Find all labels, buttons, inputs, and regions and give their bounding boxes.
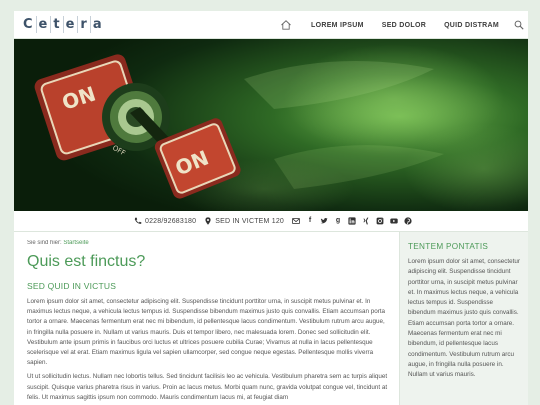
body-paragraph: Lorem ipsum dolor sit amet, consectetur …: [27, 298, 386, 367]
youtube-icon[interactable]: [390, 217, 398, 225]
home-icon[interactable]: [280, 19, 292, 31]
nav-item-quid-distram[interactable]: QUID DISTRAM: [444, 22, 499, 29]
logo-letter: a: [89, 16, 104, 33]
nav-item-sed-dolor[interactable]: SED DOLOR: [382, 22, 426, 29]
main-content: Sie sind hier: Startseite Quis est finct…: [27, 240, 391, 405]
sidebar-text: Lorem ipsum dolor sit amet, consectetur …: [408, 258, 520, 379]
on-off-switch-illustration: ON ON OFF: [14, 39, 528, 211]
phone-number: 0228/92683180: [144, 217, 197, 225]
googleplus-icon[interactable]: g: [334, 217, 342, 225]
contact-bar: 0228/92683180 SED IN VICTEM 120 f g: [14, 211, 528, 232]
site-header: C e t e r a LOREM IPSUM SED DOLOR QUID D…: [14, 11, 528, 39]
site-logo[interactable]: C e t e r a: [21, 16, 104, 33]
linkedin-icon[interactable]: [348, 217, 356, 225]
logo-letter: C: [23, 17, 33, 32]
phone-icon: [134, 217, 142, 224]
facebook-icon[interactable]: f: [306, 217, 314, 225]
page: C e t e r a LOREM IPSUM SED DOLOR QUID D…: [14, 11, 528, 405]
mail-icon[interactable]: [292, 217, 300, 225]
body-paragraph: Ut ut sollicitudin lectus. Nullam nec lo…: [27, 373, 388, 401]
sidebar: TENTEM PONTATIS Lorem ipsum dolor sit am…: [399, 232, 528, 405]
hero-image: ON ON OFF: [14, 39, 528, 211]
sidebar-title: TENTEM PONTATIS: [408, 242, 489, 251]
location-text: SED IN VICTEM 120: [215, 217, 285, 225]
breadcrumb-prefix: Sie sind hier:: [27, 240, 62, 246]
pinterest-icon[interactable]: [404, 217, 412, 225]
search-icon[interactable]: [514, 20, 524, 30]
twitter-icon[interactable]: [320, 217, 328, 225]
nav-item-lorem-ipsum[interactable]: LOREM IPSUM: [311, 22, 364, 29]
social-links: f g: [292, 217, 412, 225]
map-pin-icon: [205, 217, 211, 225]
location-contact[interactable]: SED IN VICTEM 120: [204, 217, 284, 225]
instagram-icon[interactable]: [376, 217, 384, 225]
breadcrumb: Sie sind hier: Startseite: [27, 240, 391, 246]
xing-icon[interactable]: [362, 217, 370, 225]
logo-letter: e: [62, 16, 77, 33]
logo-letter: r: [77, 16, 88, 33]
breadcrumb-link-home[interactable]: Startseite: [63, 240, 88, 246]
main-nav: LOREM IPSUM SED DOLOR QUID DISTRAM: [280, 11, 524, 39]
page-title: Quis est finctus?: [27, 253, 146, 270]
logo-letter: t: [50, 16, 61, 33]
section-subtitle: SED QUID IN VICTUS: [27, 281, 117, 291]
phone-contact[interactable]: 0228/92683180: [134, 217, 196, 225]
logo-letter: e: [35, 16, 50, 33]
